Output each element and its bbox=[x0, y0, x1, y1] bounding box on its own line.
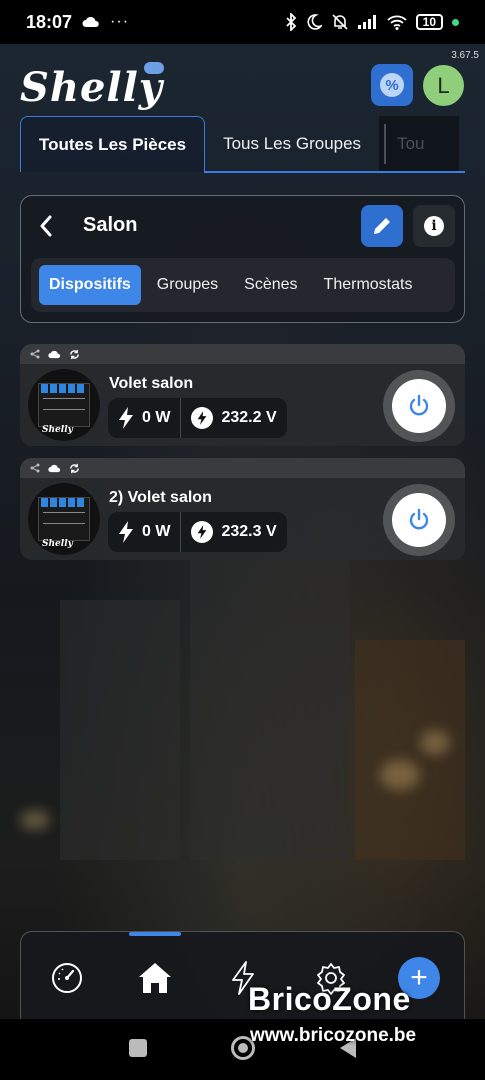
room-tabs: Toutes Les Pièces Tous Les Groupes Tou bbox=[20, 116, 465, 172]
share-icon bbox=[30, 463, 40, 473]
device-name: Volet salon bbox=[109, 375, 194, 392]
room-subtabs: Dispositifs Groupes Scènes Thermostats bbox=[31, 258, 455, 312]
mute-icon bbox=[332, 14, 348, 30]
logo-cloud-icon bbox=[144, 62, 164, 74]
bluetooth-icon bbox=[286, 13, 296, 31]
active-nav-indicator bbox=[129, 932, 181, 936]
nav-dashboard[interactable] bbox=[45, 956, 89, 1000]
sync-icon bbox=[70, 463, 79, 473]
power-icon bbox=[409, 394, 429, 416]
nav-home[interactable] bbox=[133, 956, 177, 1000]
device-name: 2) Volet salon bbox=[109, 489, 212, 506]
voltage-metric: 232.2 V bbox=[180, 398, 286, 438]
device-card[interactable]: Shelly 2) Volet salon 0 W 232.3 V bbox=[20, 458, 465, 560]
device-image: Shelly bbox=[28, 369, 100, 441]
subtab-thermostats[interactable]: Thermostats bbox=[314, 265, 423, 305]
subtab-groups[interactable]: Groupes bbox=[147, 265, 228, 305]
pencil-icon bbox=[374, 218, 390, 234]
power-toggle[interactable] bbox=[383, 370, 455, 442]
tab-all-rooms[interactable]: Toutes Les Pièces bbox=[20, 116, 206, 172]
tab-all-groups[interactable]: Tous Les Groupes bbox=[205, 116, 379, 172]
building-shape bbox=[60, 600, 180, 860]
home-icon bbox=[139, 963, 171, 993]
share-icon bbox=[30, 349, 40, 359]
device-metrics: 0 W 232.2 V bbox=[108, 398, 287, 438]
device-metrics: 0 W 232.3 V bbox=[108, 512, 287, 552]
app-version: 3.67.5 bbox=[451, 50, 479, 61]
device-status-strip bbox=[20, 344, 465, 364]
sync-icon bbox=[70, 349, 79, 359]
device-card[interactable]: Shelly Volet salon 0 W 232.2 V bbox=[20, 344, 465, 446]
room-card: Salon i Dispositifs Groupes Scènes Therm… bbox=[20, 195, 465, 323]
cloud-icon bbox=[82, 16, 99, 27]
lamp-glow bbox=[380, 760, 420, 790]
promo-button[interactable]: % bbox=[371, 64, 413, 106]
info-button[interactable]: i bbox=[413, 205, 455, 247]
back-icon[interactable] bbox=[39, 213, 53, 244]
power-toggle[interactable] bbox=[383, 484, 455, 556]
room-title: Salon bbox=[83, 214, 138, 236]
voltage-metric: 232.3 V bbox=[180, 512, 286, 552]
status-bar: 18:07 ··· 10 bbox=[0, 0, 485, 44]
cloud-icon bbox=[48, 464, 61, 472]
watermark-url: www.bricozone.be bbox=[250, 1025, 417, 1046]
more-icon: ··· bbox=[110, 13, 130, 30]
signal-icon bbox=[357, 15, 376, 29]
recents-icon[interactable] bbox=[129, 1039, 147, 1057]
device-image: Shelly bbox=[28, 483, 100, 555]
power-metric: 0 W bbox=[108, 398, 180, 438]
status-dot bbox=[452, 18, 459, 26]
power-value: 0 W bbox=[142, 409, 171, 426]
battery-level: 10 bbox=[422, 15, 436, 29]
dashboard-icon bbox=[52, 963, 82, 993]
info-icon: i bbox=[424, 216, 444, 236]
voltage-icon bbox=[191, 407, 214, 429]
power-value: 0 W bbox=[142, 523, 171, 540]
watermark-title: BricoZone bbox=[248, 981, 411, 1017]
percent-badge-icon: % bbox=[380, 73, 404, 97]
status-time: 18:07 bbox=[26, 11, 73, 32]
tab-divider bbox=[384, 124, 386, 164]
battery-icon: 10 bbox=[415, 14, 443, 30]
voltage-value: 232.3 V bbox=[221, 523, 277, 540]
voltage-value: 232.2 V bbox=[221, 409, 277, 426]
power-icon bbox=[409, 508, 429, 530]
subtab-scenes[interactable]: Scènes bbox=[234, 265, 307, 305]
tab-underline bbox=[204, 171, 465, 173]
tab-more[interactable]: Tou bbox=[379, 116, 460, 172]
lightning-icon bbox=[119, 407, 133, 429]
avatar[interactable]: L bbox=[423, 65, 464, 106]
building-shape bbox=[355, 640, 465, 860]
device-brand: Shelly bbox=[42, 425, 73, 435]
cloud-icon bbox=[48, 350, 61, 358]
edit-button[interactable] bbox=[361, 205, 403, 247]
lightning-icon bbox=[119, 521, 133, 543]
moon-icon bbox=[307, 14, 322, 30]
lamp-glow bbox=[20, 810, 50, 830]
shelly-logo: Shelly bbox=[20, 64, 164, 111]
device-brand: Shelly bbox=[42, 539, 73, 549]
power-metric: 0 W bbox=[108, 512, 180, 552]
lamp-glow bbox=[420, 730, 450, 755]
building-shape bbox=[190, 560, 350, 860]
voltage-icon bbox=[191, 521, 214, 543]
subtab-devices[interactable]: Dispositifs bbox=[39, 265, 141, 305]
device-status-strip bbox=[20, 458, 465, 478]
wifi-icon bbox=[387, 15, 407, 30]
